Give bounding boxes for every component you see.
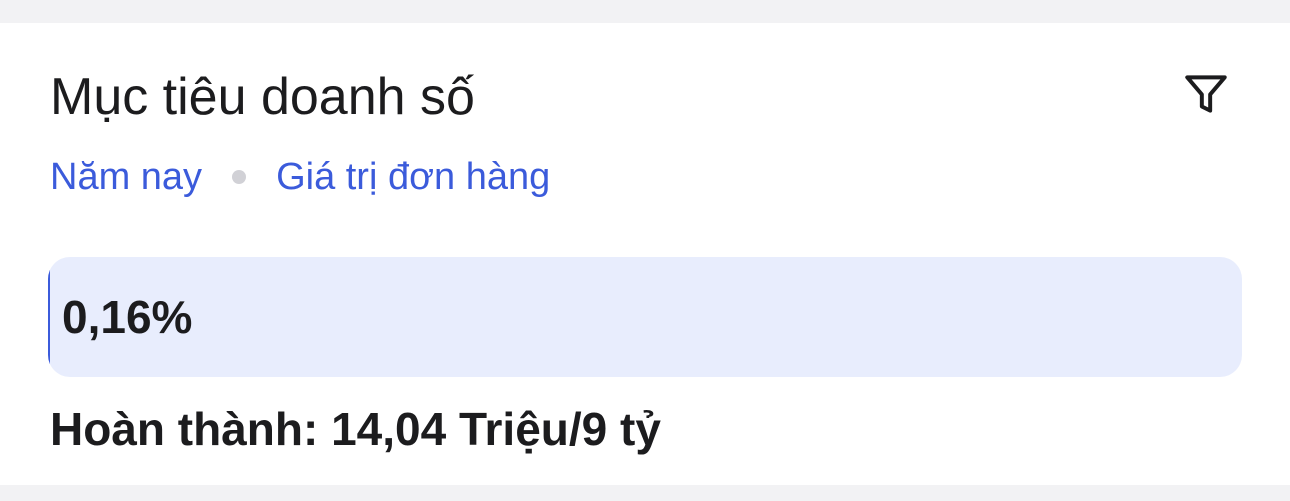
card-subtitle: Năm nay Giá trị đơn hàng [50, 152, 550, 202]
completion-summary: Hoàn thành: 14,04 Triệu/9 tỷ [50, 403, 661, 455]
card-title: Mục tiêu doanh số [50, 68, 475, 126]
progress-fill [48, 257, 50, 377]
filter-icon [1181, 69, 1231, 124]
metric-filter-link[interactable]: Giá trị đơn hàng [276, 156, 550, 199]
filter-button[interactable] [1172, 64, 1240, 128]
progress-percentage: 0,16% [62, 291, 193, 343]
progress-bar: 0,16% [48, 257, 1242, 377]
separator-dot [232, 170, 247, 184]
period-filter-link[interactable]: Năm nay [50, 156, 202, 199]
